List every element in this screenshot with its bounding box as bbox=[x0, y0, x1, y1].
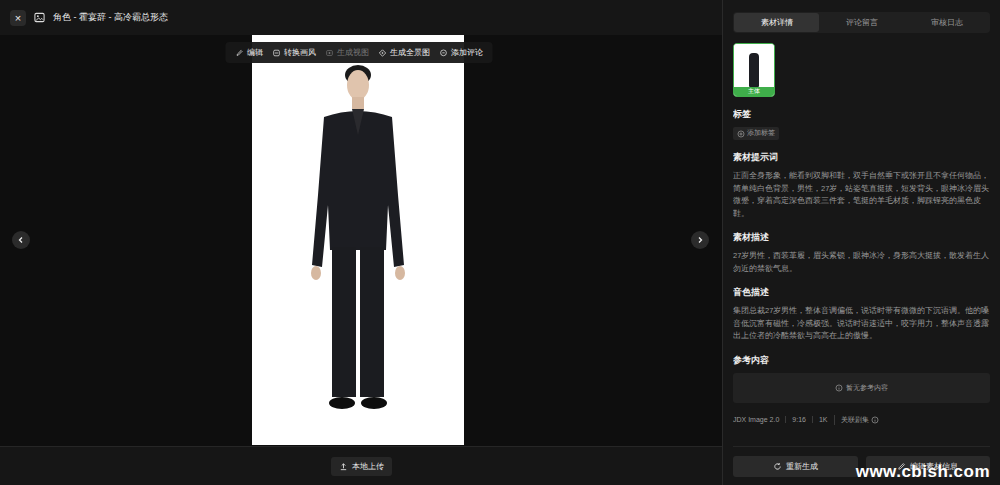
pano-icon bbox=[379, 49, 387, 57]
info-section: 素材提示词正面全身形象，能看到双脚和鞋，双手自然垂下或张开且不拿任何物品，简单纯… bbox=[733, 152, 990, 220]
section-title: 素材提示词 bbox=[733, 152, 990, 164]
toolbar-button[interactable]: 转换画风 bbox=[269, 45, 320, 60]
section-title: 音色描述 bbox=[733, 287, 990, 299]
thumbnail[interactable]: 主体 bbox=[733, 43, 775, 97]
panel-actions: 重新生成编辑素材信息 bbox=[733, 446, 990, 477]
canvas: 编辑转换画风生成视图生成全景图添加评论 bbox=[0, 35, 722, 446]
meta-row: JDX Image 2.0 9:16 1K 关联剧集 bbox=[733, 415, 990, 425]
action-button[interactable]: 编辑素材信息 bbox=[866, 456, 991, 477]
thumbnail-list: 主体 bbox=[733, 43, 990, 97]
panel-tabs: 素材详情评论留言审核日志 bbox=[733, 12, 990, 33]
panel-content: 主体标签添加标签素材提示词正面全身形象，能看到双脚和鞋，双手自然垂下或张开且不拿… bbox=[733, 33, 990, 446]
image-toolbar: 编辑转换画风生成视图生成全景图添加评论 bbox=[226, 42, 493, 63]
panel-tab[interactable]: 素材详情 bbox=[734, 13, 819, 32]
thumbnail-figure bbox=[749, 53, 759, 87]
panel-tab[interactable]: 审核日志 bbox=[904, 13, 989, 32]
tags-section: 标签添加标签 bbox=[733, 109, 990, 140]
meta-item: 1K bbox=[812, 416, 834, 423]
watermark: www.cbish.com bbox=[856, 462, 990, 482]
meta-item: 关联剧集 bbox=[834, 415, 885, 425]
previous-button[interactable] bbox=[12, 231, 30, 249]
refresh-icon bbox=[773, 462, 782, 471]
section-text: 正面全身形象，能看到双脚和鞋，双手自然垂下或张开且不拿任何物品，简单纯白色背景，… bbox=[733, 170, 990, 220]
character-image bbox=[252, 35, 464, 445]
upload-icon bbox=[339, 462, 348, 471]
section-text: 27岁男性，西装革履，眉头紧锁，眼神冰冷，身形高大挺拔，散发着生人勿近的禁欲气息… bbox=[733, 250, 990, 275]
edit-icon bbox=[236, 49, 244, 57]
next-button[interactable] bbox=[691, 231, 709, 249]
section-text: 集团总裁27岁男性，整体音调偏低，说话时带有微微的下沉语调。他的嗓音低沉富有磁性… bbox=[733, 305, 990, 343]
style-icon bbox=[273, 49, 281, 57]
section-title: 标签 bbox=[733, 109, 990, 121]
image-icon bbox=[34, 12, 45, 23]
section-title: 参考内容 bbox=[733, 355, 990, 367]
section-title: 素材描述 bbox=[733, 232, 990, 244]
title-bar: × 角色 - 霍宴辞 - 高冷霸总形态 bbox=[0, 0, 722, 35]
character-figure bbox=[252, 35, 464, 445]
window-title: 角色 - 霍宴辞 - 高冷霸总形态 bbox=[53, 11, 168, 24]
info-icon[interactable] bbox=[871, 416, 879, 424]
meta-item: JDX Image 2.0 bbox=[733, 416, 785, 423]
reference-section: 参考内容暂无参考内容 bbox=[733, 355, 990, 403]
edit-icon bbox=[897, 462, 906, 471]
reference-empty: 暂无参考内容 bbox=[733, 373, 990, 403]
add-tag-button[interactable]: 添加标签 bbox=[733, 127, 779, 140]
preview-footer: 本地上传 bbox=[0, 446, 722, 485]
close-button[interactable]: × bbox=[10, 10, 26, 26]
comment-icon bbox=[440, 49, 448, 57]
chevron-right-icon bbox=[695, 235, 705, 245]
preview-area: ×角色 - 霍宴辞 - 高冷霸总形态编辑转换画风生成视图生成全景图添加评论本地上… bbox=[0, 0, 722, 485]
info-icon bbox=[835, 384, 843, 392]
panel-tab[interactable]: 评论留言 bbox=[819, 13, 904, 32]
toolbar-button[interactable]: 编辑 bbox=[232, 45, 267, 60]
detail-panel: 素材详情评论留言审核日志主体标签添加标签素材提示词正面全身形象，能看到双脚和鞋，… bbox=[722, 0, 1000, 485]
action-button[interactable]: 重新生成 bbox=[733, 456, 858, 477]
thumbnail-image bbox=[734, 44, 774, 87]
chevron-left-icon bbox=[16, 235, 26, 245]
toolbar-button[interactable]: 生成视图 bbox=[322, 45, 373, 60]
upload-button[interactable]: 本地上传 bbox=[331, 457, 392, 476]
toolbar-button[interactable]: 添加评论 bbox=[436, 45, 487, 60]
plus-circle-icon bbox=[737, 130, 745, 138]
meta-item: 9:16 bbox=[785, 416, 812, 423]
asset-viewer: ×角色 - 霍宴辞 - 高冷霸总形态编辑转换画风生成视图生成全景图添加评论本地上… bbox=[0, 0, 1000, 485]
view-icon bbox=[326, 49, 334, 57]
thumbnail-label: 主体 bbox=[734, 87, 774, 96]
info-section: 音色描述集团总裁27岁男性，整体音调偏低，说话时带有微微的下沉语调。他的嗓音低沉… bbox=[733, 287, 990, 343]
info-section: 素材描述 27岁男性，西装革履，眉头紧锁，眼神冰冷，身形高大挺拔，散发着生人勿近的… bbox=[733, 232, 990, 275]
toolbar-button[interactable]: 生成全景图 bbox=[375, 45, 434, 60]
